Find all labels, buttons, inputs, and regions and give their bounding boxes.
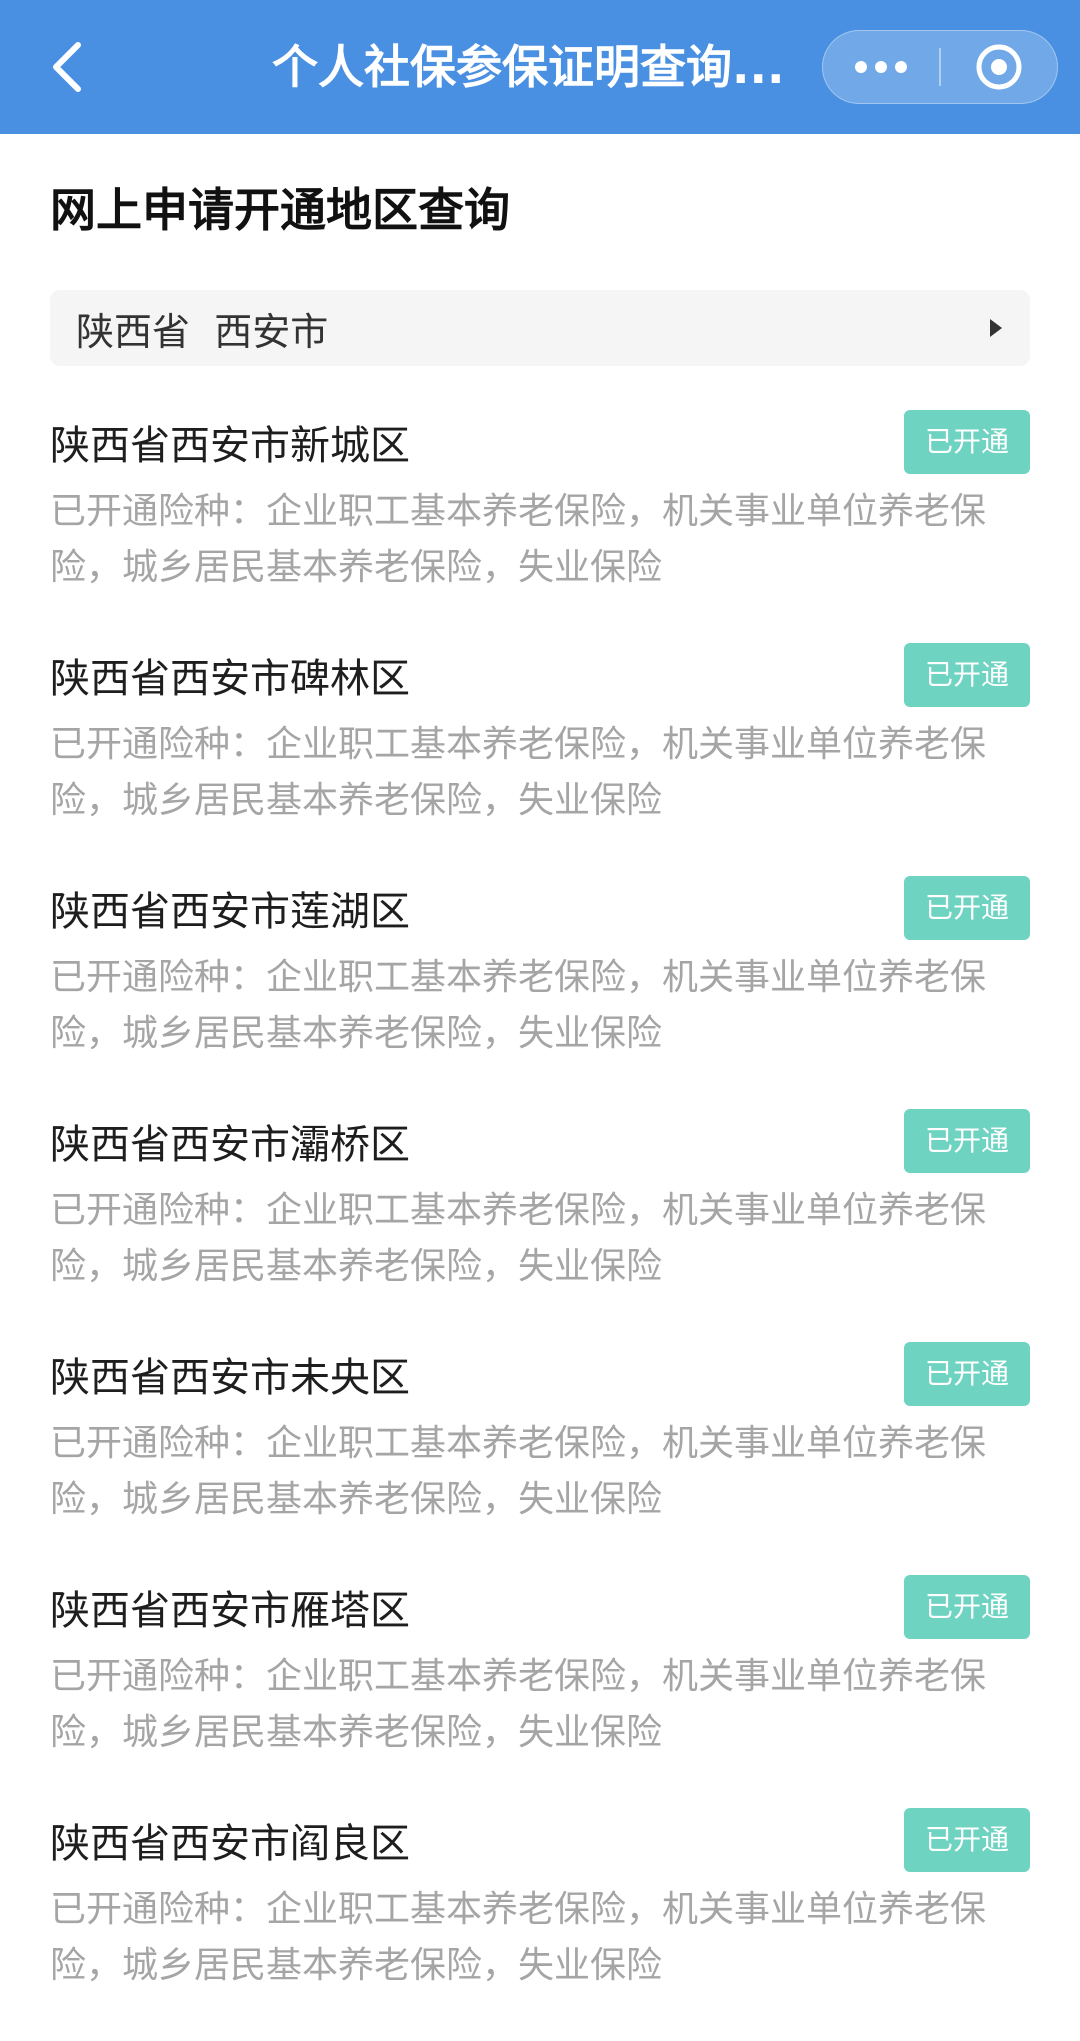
- region-description: 已开通险种：企业职工基本养老保险，机关事业单位养老保险，城乡居民基本养老保险，失…: [50, 957, 987, 1054]
- region-description: 已开通险种：企业职工基本养老保险，机关事业单位养老保险，城乡居民基本养老保险，失…: [50, 724, 987, 821]
- list-item[interactable]: 陕西省西安市新城区 已开通 已开通险种：企业职工基本养老保险，机关事业单位养老保…: [50, 410, 1030, 643]
- list-item[interactable]: 陕西省西安市灞桥区 已开通 已开通险种：企业职工基本养老保险，机关事业单位养老保…: [50, 1109, 1030, 1342]
- chevron-left-icon: [53, 42, 81, 92]
- target-circle-icon: [976, 44, 1022, 90]
- region-list: 陕西省西安市新城区 已开通 已开通险种：企业职工基本养老保险，机关事业单位养老保…: [50, 410, 1030, 2041]
- navbar-title: 个人社保参保证明查询...: [272, 40, 785, 94]
- region-name: 陕西省西安市碑林区: [50, 656, 410, 702]
- status-badge: 已开通: [904, 876, 1030, 940]
- status-badge: 已开通: [904, 1342, 1030, 1406]
- region-description: 已开通险种：企业职工基本养老保险，机关事业单位养老保险，城乡居民基本养老保险，失…: [50, 491, 987, 588]
- region-description: 已开通险种：企业职工基本养老保险，机关事业单位养老保险，城乡居民基本养老保险，失…: [50, 1656, 987, 1753]
- back-button[interactable]: [28, 27, 108, 107]
- more-button[interactable]: [823, 31, 939, 103]
- city-label: 西安市: [214, 309, 329, 354]
- menu-capsule: [822, 30, 1058, 104]
- region-name: 陕西省西安市阎良区: [50, 1821, 410, 1867]
- region-description: 已开通险种：企业职工基本养老保险，机关事业单位养老保险，城乡居民基本养老保险，失…: [50, 1190, 987, 1287]
- status-badge: 已开通: [904, 410, 1030, 474]
- triangle-right-icon: [990, 319, 1002, 337]
- page-title: 网上申请开通地区查询: [50, 183, 510, 237]
- more-dots-icon: [855, 61, 907, 73]
- list-item[interactable]: 陕西省西安市阎良区 已开通 已开通险种：企业职工基本养老保险，机关事业单位养老保…: [50, 1808, 1030, 2041]
- region-description: 已开通险种：企业职工基本养老保险，机关事业单位养老保险，城乡居民基本养老保险，失…: [50, 1889, 987, 1986]
- region-selector-text: 陕西省 西安市: [76, 301, 328, 356]
- list-item[interactable]: 陕西省西安市未央区 已开通 已开通险种：企业职工基本养老保险，机关事业单位养老保…: [50, 1342, 1030, 1575]
- list-item[interactable]: 陕西省西安市碑林区 已开通 已开通险种：企业职工基本养老保险，机关事业单位养老保…: [50, 643, 1030, 876]
- province-label: 陕西省: [76, 309, 191, 354]
- main-content: 网上申请开通地区查询 陕西省 西安市 陕西省西安市新城区 已开通 已开通险种：企…: [0, 134, 1080, 2041]
- status-badge: 已开通: [904, 1808, 1030, 1872]
- region-description: 已开通险种：企业职工基本养老保险，机关事业单位养老保险，城乡居民基本养老保险，失…: [50, 1423, 987, 1520]
- region-name: 陕西省西安市新城区: [50, 423, 410, 469]
- navbar: 个人社保参保证明查询...: [0, 0, 1080, 134]
- region-name: 陕西省西安市未央区: [50, 1355, 410, 1401]
- status-badge: 已开通: [904, 1109, 1030, 1173]
- status-badge: 已开通: [904, 643, 1030, 707]
- close-button[interactable]: [941, 31, 1057, 103]
- status-badge: 已开通: [904, 1575, 1030, 1639]
- region-name: 陕西省西安市灞桥区: [50, 1122, 410, 1168]
- region-name: 陕西省西安市莲湖区: [50, 889, 410, 935]
- region-name: 陕西省西安市雁塔区: [50, 1588, 410, 1634]
- region-selector[interactable]: 陕西省 西安市: [50, 290, 1030, 366]
- list-item[interactable]: 陕西省西安市雁塔区 已开通 已开通险种：企业职工基本养老保险，机关事业单位养老保…: [50, 1575, 1030, 1808]
- list-item[interactable]: 陕西省西安市莲湖区 已开通 已开通险种：企业职工基本养老保险，机关事业单位养老保…: [50, 876, 1030, 1109]
